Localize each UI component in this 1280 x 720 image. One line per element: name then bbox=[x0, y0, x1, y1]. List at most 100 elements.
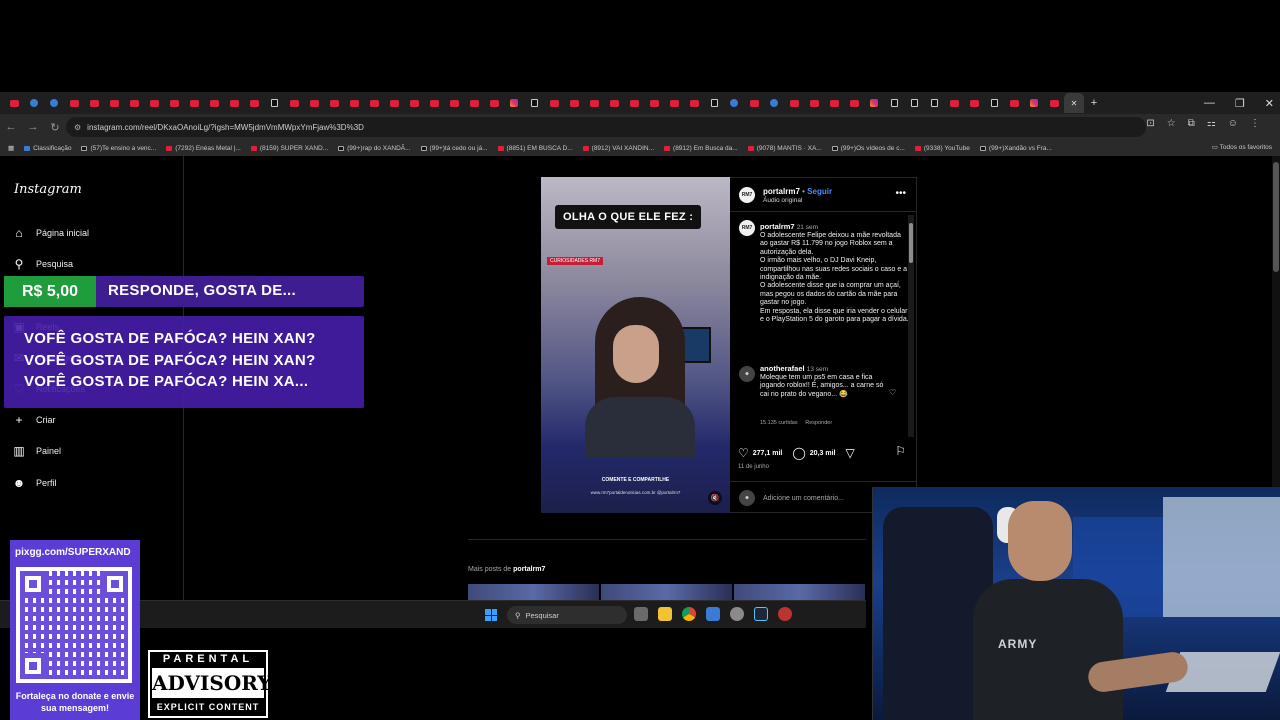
browser-tab[interactable] bbox=[564, 93, 584, 113]
browser-tab[interactable] bbox=[744, 93, 764, 113]
reload-icon[interactable]: ↻ bbox=[44, 121, 66, 134]
browser-tab[interactable] bbox=[844, 93, 864, 113]
browser-tab[interactable] bbox=[124, 93, 144, 113]
browser-tab[interactable] bbox=[444, 93, 464, 113]
install-icon[interactable]: ⊡ bbox=[1146, 118, 1154, 129]
chrome-icon[interactable] bbox=[682, 607, 696, 621]
comment-like-icon[interactable]: ♡ bbox=[889, 388, 896, 397]
browser-tab[interactable] bbox=[244, 93, 264, 113]
browser-tab[interactable] bbox=[864, 93, 884, 113]
browser-tab[interactable] bbox=[524, 93, 544, 113]
browser-tab[interactable] bbox=[404, 93, 424, 113]
browser-tab[interactable] bbox=[784, 93, 804, 113]
forward-icon[interactable]: → bbox=[22, 121, 44, 133]
browser-tab[interactable] bbox=[724, 93, 744, 113]
reply-button[interactable]: Responder bbox=[805, 420, 832, 426]
like-icon[interactable]: ♡ bbox=[738, 446, 749, 460]
bookmark-item[interactable]: Classificação bbox=[24, 145, 71, 152]
comments-scrollbar[interactable] bbox=[908, 215, 914, 437]
browser-tab[interactable] bbox=[904, 93, 924, 113]
steam-icon[interactable] bbox=[754, 607, 768, 621]
browser-tab[interactable] bbox=[44, 93, 64, 113]
browser-tab[interactable] bbox=[24, 93, 44, 113]
commenter-avatar[interactable]: ☻ bbox=[739, 366, 755, 382]
author-avatar[interactable]: RM7 bbox=[739, 187, 755, 203]
save-icon[interactable]: ⚐ bbox=[895, 444, 906, 458]
author-username-text[interactable]: portalrm7 bbox=[763, 187, 800, 196]
sidebar-item-8[interactable]: ▥ Painel bbox=[12, 444, 61, 458]
browser-tab[interactable] bbox=[624, 93, 644, 113]
file-explorer-icon[interactable] bbox=[658, 607, 672, 621]
new-tab-icon[interactable]: + bbox=[1084, 93, 1104, 113]
browser-tab[interactable] bbox=[1004, 93, 1024, 113]
caption-username[interactable]: portalrm7 21 sem bbox=[760, 222, 818, 231]
browser-tab[interactable] bbox=[504, 93, 524, 113]
bookmark-item[interactable]: (99+)tá cedo ou já... bbox=[420, 145, 488, 152]
browser-tab[interactable] bbox=[804, 93, 824, 113]
more-posts-user[interactable]: portalrm7 bbox=[513, 566, 545, 573]
browser-tab[interactable] bbox=[84, 93, 104, 113]
sidebar-item-1[interactable]: ⌂ Página inicial bbox=[12, 226, 89, 240]
browser-tab[interactable] bbox=[704, 93, 724, 113]
browser-tab[interactable] bbox=[544, 93, 564, 113]
browser-tab[interactable] bbox=[4, 93, 24, 113]
browser-tab[interactable] bbox=[364, 93, 384, 113]
bookmark-item[interactable]: (8912) Em Busca da... bbox=[664, 145, 738, 152]
profile-avatar-icon[interactable]: ☺ bbox=[1228, 118, 1238, 129]
app-icon[interactable] bbox=[778, 607, 792, 621]
browser-tab[interactable] bbox=[1024, 93, 1044, 113]
settings-icon[interactable] bbox=[730, 607, 744, 621]
task-view-icon[interactable] bbox=[634, 607, 648, 621]
browser-tab[interactable] bbox=[284, 93, 304, 113]
bookmark-item[interactable]: (8159) SUPER XAND... bbox=[250, 145, 328, 152]
bookmark-item[interactable]: (9338) YouTube bbox=[914, 145, 970, 152]
browser-tab[interactable] bbox=[824, 93, 844, 113]
minimize-icon[interactable]: — bbox=[1204, 97, 1215, 109]
browser-tab[interactable] bbox=[184, 93, 204, 113]
browser-tab[interactable] bbox=[764, 93, 784, 113]
share-icon[interactable]: ▽ bbox=[845, 446, 854, 460]
browser-tab[interactable] bbox=[144, 93, 164, 113]
audio-label[interactable]: Áudio original bbox=[763, 197, 802, 204]
caption-username-text[interactable]: portalrm7 bbox=[760, 222, 795, 231]
post-thumbnail[interactable] bbox=[734, 584, 865, 600]
maximize-icon[interactable]: ❐ bbox=[1235, 97, 1245, 110]
scrollbar-thumb[interactable] bbox=[1273, 162, 1279, 272]
comment-username[interactable]: anotherafael 13 sem bbox=[760, 364, 828, 373]
browser-tab[interactable] bbox=[344, 93, 364, 113]
comment-likes[interactable]: 15.135 curtidas bbox=[760, 420, 798, 426]
browser-tab[interactable] bbox=[984, 93, 1004, 113]
bookmark-item[interactable]: (8912) VAI XANDIN... bbox=[582, 145, 654, 152]
author-username[interactable]: portalrm7 • Seguir bbox=[763, 187, 832, 196]
browser-tab[interactable] bbox=[964, 93, 984, 113]
browser-tab[interactable] bbox=[204, 93, 224, 113]
snipping-icon[interactable] bbox=[706, 607, 720, 621]
browser-tab[interactable] bbox=[644, 93, 664, 113]
browser-tab[interactable] bbox=[584, 93, 604, 113]
reel-video[interactable]: OLHA O QUE ELE FEZ : CURIOSIDADES RM7 CO… bbox=[541, 177, 730, 513]
windows-start-icon[interactable] bbox=[485, 609, 497, 621]
close-tab-icon[interactable]: ✕ bbox=[1064, 93, 1084, 113]
add-comment-input[interactable]: Adicione um comentário... bbox=[763, 495, 844, 502]
bookmark-item[interactable]: (99+)Xandão vs Fra... bbox=[979, 145, 1052, 152]
post-thumbnail[interactable] bbox=[468, 584, 599, 600]
extension-icon[interactable]: ⧉ bbox=[1188, 118, 1195, 129]
browser-tab[interactable] bbox=[924, 93, 944, 113]
caption-avatar[interactable]: RM7 bbox=[739, 220, 755, 236]
extensions-puzzle-icon[interactable]: ⚏ bbox=[1207, 118, 1216, 129]
browser-tab[interactable] bbox=[424, 93, 444, 113]
bookmark-item[interactable]: (8851) EM BUSCA D... bbox=[497, 145, 573, 152]
browser-tab[interactable] bbox=[64, 93, 84, 113]
menu-dots-icon[interactable]: ⋮ bbox=[1250, 118, 1260, 129]
follow-button[interactable]: Seguir bbox=[807, 187, 832, 196]
browser-tab[interactable] bbox=[484, 93, 504, 113]
sidebar-item-2[interactable]: ⚲ Pesquisa bbox=[12, 257, 73, 271]
sidebar-item-9[interactable]: ☻ Perfil bbox=[12, 476, 57, 490]
browser-tab[interactable] bbox=[664, 93, 684, 113]
browser-tab[interactable] bbox=[304, 93, 324, 113]
browser-tab[interactable] bbox=[104, 93, 124, 113]
browser-tab[interactable] bbox=[384, 93, 404, 113]
browser-tab[interactable] bbox=[944, 93, 964, 113]
browser-tab[interactable] bbox=[264, 93, 284, 113]
browser-tab[interactable] bbox=[604, 93, 624, 113]
